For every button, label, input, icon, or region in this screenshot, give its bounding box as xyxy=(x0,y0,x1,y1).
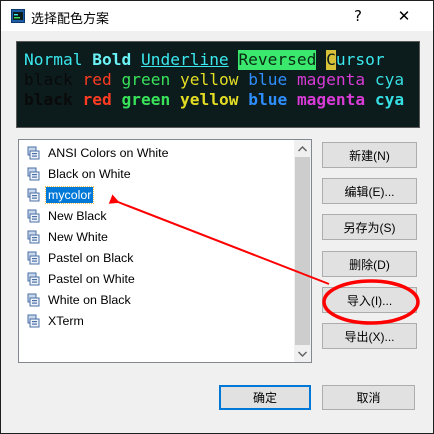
list-item[interactable]: ANSI Colors on White xyxy=(21,143,293,163)
preview-bold-magenta: magenta xyxy=(296,90,366,109)
preview-color-black: black xyxy=(24,70,73,89)
preview-color-red: red xyxy=(82,70,112,89)
preview-bold-black: black xyxy=(24,90,73,109)
preview-bold: Bold xyxy=(92,50,132,69)
list-item-label: Pastel on White xyxy=(48,272,135,286)
help-button[interactable]: ? xyxy=(335,1,381,31)
list-item-label: mycolor xyxy=(44,186,95,204)
preview-color-magenta: magenta xyxy=(296,70,366,89)
scheme-file-icon xyxy=(27,209,40,223)
preview-cursor-block: C xyxy=(326,50,336,70)
chevron-up-icon xyxy=(298,145,307,151)
new-button[interactable]: 新建(N) xyxy=(322,142,417,168)
preview-line-normal-colors: black red green yellow blue magenta cya xyxy=(24,70,404,90)
color-scheme-preview: Normal Bold Underline Reversed Cursor black r… xyxy=(16,41,420,128)
preview-bold-blue: blue xyxy=(248,90,288,109)
list-item-label: Pastel on Black xyxy=(48,251,134,265)
preview-normal: Normal xyxy=(24,50,83,69)
preview-color-yellow: yellow xyxy=(179,70,239,89)
preview-line-bold-colors: black red green yellow blue magenta cya xyxy=(24,90,404,110)
scroll-thumb[interactable] xyxy=(295,157,310,345)
list-item-label: ANSI Colors on White xyxy=(48,146,169,160)
scheme-file-icon xyxy=(27,167,40,181)
scheme-file-icon xyxy=(27,293,40,307)
export-button[interactable]: 导出(X)... xyxy=(322,323,417,349)
scroll-down-button[interactable] xyxy=(294,345,311,362)
list-item-label: White on Black xyxy=(48,293,131,307)
close-button[interactable]: ✕ xyxy=(381,1,427,31)
dialog-title: 选择配色方案 xyxy=(31,11,110,26)
list-item[interactable]: New White xyxy=(21,227,293,247)
preview-color-cyan: cya xyxy=(374,70,405,89)
list-item[interactable]: XTerm xyxy=(21,311,293,331)
preview-underline: Underline xyxy=(140,50,229,69)
scroll-up-button[interactable] xyxy=(294,140,311,157)
preview-bold-green: green xyxy=(121,90,171,109)
list-item-selected[interactable]: mycolor xyxy=(21,185,293,205)
scheme-file-icon xyxy=(27,188,40,202)
list-item-label: New Black xyxy=(48,209,107,223)
chevron-down-icon xyxy=(298,351,307,357)
delete-button[interactable]: 删除(D) xyxy=(322,251,417,277)
ok-button[interactable]: 确定 xyxy=(219,385,311,410)
scheme-file-icon xyxy=(27,230,40,244)
preview-bold-cyan: cya xyxy=(374,90,405,109)
list-item[interactable]: White on Black xyxy=(21,290,293,310)
list-item[interactable]: Pastel on Black xyxy=(21,248,293,268)
import-button[interactable]: 导入(I)... xyxy=(322,287,417,313)
scheme-file-icon xyxy=(27,146,40,160)
preview-reversed: Reversed xyxy=(238,50,317,70)
list-item[interactable]: Black on White xyxy=(21,164,293,184)
edit-button[interactable]: 编辑(E)... xyxy=(322,178,417,204)
color-scheme-dialog: 选择配色方案 ? ✕ Normal Bold Underline Reversed Cu… xyxy=(0,0,434,434)
app-icon xyxy=(11,9,25,23)
preview-bold-red: red xyxy=(82,90,112,109)
scheme-file-icon xyxy=(27,251,40,265)
cancel-button[interactable]: 取消 xyxy=(322,385,415,410)
list-scrollbar[interactable] xyxy=(294,140,311,362)
list-item[interactable]: New Black xyxy=(21,206,293,226)
preview-color-green: green xyxy=(121,70,171,89)
list-item-label: New White xyxy=(48,230,108,244)
list-item-label: XTerm xyxy=(48,314,84,328)
scheme-file-icon xyxy=(27,314,40,328)
save-as-button[interactable]: 另存为(S) xyxy=(322,214,417,240)
preview-cursor: ursor xyxy=(335,50,385,69)
title-bar: 选择配色方案 ? ✕ xyxy=(1,1,433,31)
preview-line-styles: Normal Bold Underline Reversed Cursor xyxy=(24,50,385,70)
scheme-list[interactable]: ANSI Colors on White Black on White myco… xyxy=(18,139,312,363)
list-item-label: Black on White xyxy=(48,167,131,181)
preview-bold-yellow: yellow xyxy=(179,90,239,109)
preview-color-blue: blue xyxy=(248,70,288,89)
list-item[interactable]: Pastel on White xyxy=(21,269,293,289)
scheme-file-icon xyxy=(27,272,40,286)
